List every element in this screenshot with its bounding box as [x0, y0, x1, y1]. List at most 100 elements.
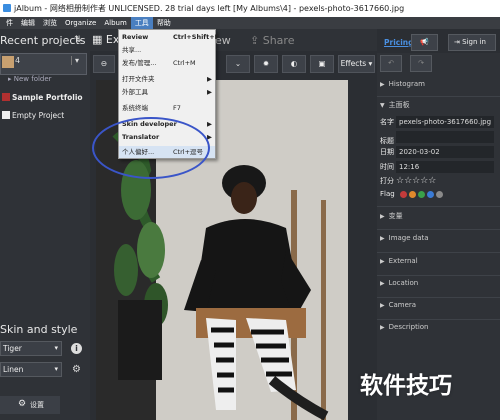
menu-tools[interactable]: 工具: [130, 17, 153, 29]
section-description[interactable]: ▶ Description: [380, 323, 498, 331]
undo-icon[interactable]: ↶: [380, 55, 402, 72]
menu-organize[interactable]: Organize: [61, 17, 100, 29]
gear-icon[interactable]: ⚙: [71, 364, 82, 375]
time-field[interactable]: 12:16: [396, 161, 494, 173]
announcement-icon[interactable]: 📢: [411, 34, 438, 51]
pricing-link[interactable]: Pricing: [384, 38, 414, 47]
recent-projects-title: Recent projects: [0, 34, 86, 47]
tab-share[interactable]: ⇪ Share: [250, 34, 294, 47]
gear-icon: ⚙: [18, 399, 27, 409]
meta-date-row: 日期 2020-03-02: [380, 146, 498, 159]
sign-in-icon: ⇥: [454, 38, 460, 46]
effects-label: Effects: [340, 59, 367, 68]
meta-label: 时间: [380, 163, 394, 171]
sort-icon[interactable]: ⇅: [74, 35, 82, 45]
sign-in-button[interactable]: ⇥ Sign in: [448, 34, 496, 51]
section-label: Camera: [388, 301, 417, 309]
flag-color-dot[interactable]: [436, 190, 443, 198]
redo-icon[interactable]: ↷: [410, 55, 432, 72]
menu-item-review[interactable]: Review Ctrl+Shift+F: [119, 31, 219, 43]
settings-button[interactable]: 设置: [0, 396, 60, 414]
tab-explore[interactable]: ▦ Ex: [92, 33, 119, 46]
section-histogram[interactable]: ▶ Histogram: [380, 80, 498, 88]
date-field[interactable]: 2020-03-02: [396, 146, 494, 158]
project-thumbnail: [2, 56, 14, 68]
new-folder-label: New folder: [13, 75, 52, 83]
project-thumb-icon: [2, 93, 10, 101]
expand-arrow-icon: ▶: [380, 213, 385, 220]
new-folder-link[interactable]: ▸ New folder: [8, 75, 52, 83]
expand-arrow-icon: ▶: [380, 324, 385, 331]
flag-color-dot[interactable]: [400, 190, 407, 198]
chevron-down-icon[interactable]: ▾: [71, 56, 79, 65]
project-number: 4: [15, 56, 21, 65]
settings-label: 设置: [30, 401, 44, 409]
chevron-down-icon[interactable]: ⌄: [226, 55, 250, 73]
expand-arrow-icon: ▶: [380, 235, 385, 242]
menu-item-share[interactable]: 共享...: [119, 44, 215, 56]
divider: [377, 96, 500, 97]
section-label: 主面板: [388, 101, 410, 109]
title-bar: jAlbum - 网络相册制作者 UNLICENSED. 28 trial da…: [0, 0, 500, 17]
jalbum-window: jAlbum - 网络相册制作者 UNLICENSED. 28 trial da…: [0, 0, 500, 420]
blank-page-icon: [2, 111, 10, 119]
skin-select[interactable]: Tiger ▾: [0, 341, 62, 356]
divider: [377, 297, 500, 298]
meta-label: 打分: [380, 177, 394, 185]
rating-stars[interactable]: ☆☆☆☆☆: [396, 176, 436, 186]
window-title: jAlbum - 网络相册制作者 UNLICENSED. 28 trial da…: [14, 4, 405, 13]
section-camera[interactable]: ▶ Camera: [380, 301, 498, 309]
menu-browse[interactable]: 浏览: [39, 17, 61, 29]
submenu-arrow-icon: ▶: [207, 88, 212, 96]
name-field[interactable]: pexels-photo-3617660.jpg: [396, 116, 494, 128]
section-label: Description: [388, 323, 429, 331]
project-item-label: Sample Portfolio: [12, 93, 83, 102]
menu-item-open-folder[interactable]: 打开文件夹 ▶: [119, 73, 215, 85]
section-main[interactable]: ▼ 主面板: [380, 100, 498, 110]
skin-value: Tiger: [3, 344, 22, 353]
current-project-selector[interactable]: 4 ▾: [0, 53, 87, 75]
section-variables[interactable]: ▶ 变量: [380, 211, 498, 221]
collapse-arrow-icon: ▼: [380, 102, 385, 109]
meta-flag-row: Flag: [380, 188, 498, 201]
sign-in-label: Sign in: [462, 38, 486, 46]
section-location[interactable]: ▶ Location: [380, 279, 498, 287]
project-item-sample-portfolio[interactable]: Sample Portfolio: [0, 89, 88, 106]
menu-bar: 件编辑 浏览 Organize Album 工具 帮助: [0, 17, 500, 29]
chevron-down-icon: ▾: [54, 365, 58, 373]
gear-icon[interactable]: ✹: [254, 55, 278, 73]
menu-item-publish[interactable]: 发布/管理... Ctrl+M: [119, 57, 215, 69]
menu-file[interactable]: 件: [2, 17, 17, 29]
section-external[interactable]: ▶ External: [380, 257, 498, 265]
menu-edit[interactable]: 编辑: [17, 17, 39, 29]
expand-arrow-icon: ▶: [380, 258, 385, 265]
flag-color-dot[interactable]: [409, 190, 416, 198]
remove-button[interactable]: ⊖: [93, 55, 115, 73]
menu-item-terminal[interactable]: 系统终端 F7: [119, 102, 215, 114]
tab-share-label: Share: [262, 34, 295, 47]
section-label: 变量: [388, 212, 403, 220]
image-edit-icon[interactable]: ▣: [310, 55, 334, 73]
flag-color-dot[interactable]: [418, 190, 425, 198]
effects-button[interactable]: Effects ▾: [338, 55, 375, 73]
divider: [377, 275, 500, 276]
info-icon[interactable]: i: [71, 343, 82, 354]
submenu-arrow-icon: ▶: [207, 75, 212, 83]
submenu-arrow-icon: ▶: [207, 120, 212, 128]
meta-rating-row: 打分 ☆☆☆☆☆: [380, 175, 498, 188]
project-item-empty-project[interactable]: Empty Project: [0, 107, 88, 124]
flag-color-dot[interactable]: [427, 190, 434, 198]
meta-title-row: 标题: [380, 131, 498, 145]
menu-help[interactable]: 帮助: [153, 17, 175, 29]
menu-item-external-tools[interactable]: 外部工具 ▶: [119, 86, 215, 98]
menu-album[interactable]: Album: [100, 17, 130, 29]
expand-arrow-icon: ▶: [380, 302, 385, 309]
section-image-data[interactable]: ▶ Image data: [380, 234, 498, 242]
title-field[interactable]: [396, 131, 494, 143]
divider: [377, 319, 500, 320]
watermark-text: 软件技巧: [360, 373, 452, 399]
style-select[interactable]: Linen ▾: [0, 362, 62, 377]
expand-arrow-icon: ▶: [380, 81, 385, 88]
contrast-icon[interactable]: ◐: [282, 55, 306, 73]
divider: [377, 229, 500, 230]
